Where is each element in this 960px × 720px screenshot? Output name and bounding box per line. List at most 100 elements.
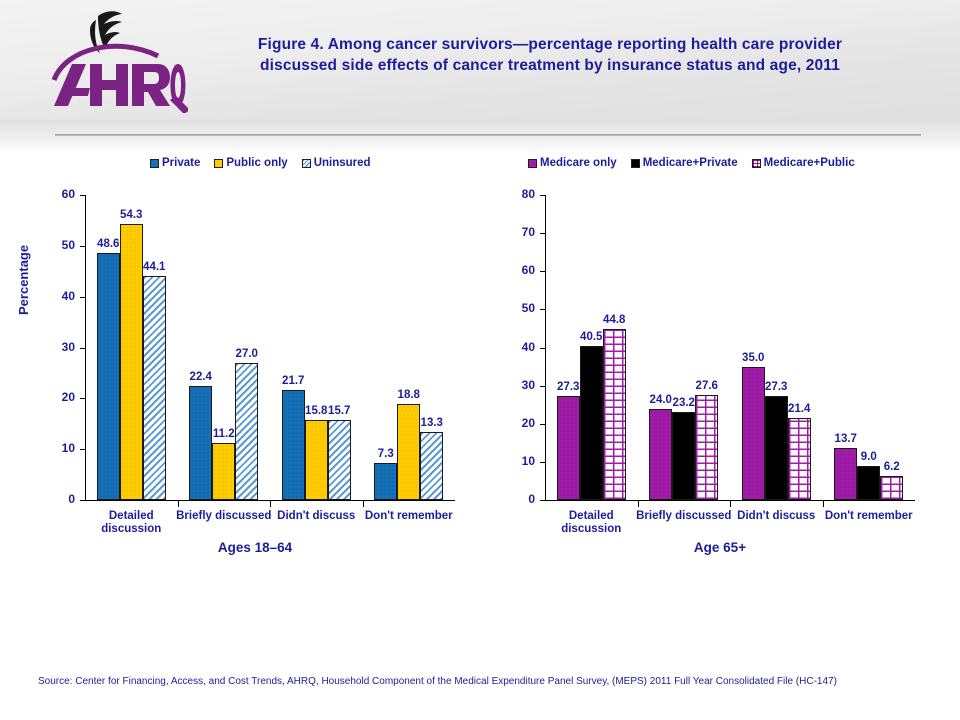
ahrq-logo [38,8,190,114]
bar-value-label: 27.0 [235,347,258,360]
y-axis-tick-label: 60 [521,263,535,278]
group-label-age-65-plus: Age 65+ [693,540,747,555]
y-axis-label-left: Percentage [16,244,31,315]
bar-uninsured-didn-t-discuss [327,420,351,500]
legend-label-medicare-only: Medicare only [540,157,617,169]
y-axis-tick [80,449,85,451]
bar-uninsured-briefly-discussed [235,362,259,500]
y-axis-tick-label: 80 [521,187,535,201]
bar-value-label: 44.1 [143,260,166,273]
bar-value-label: 35.0 [742,351,765,364]
y-axis-tick-label: 40 [521,339,535,354]
y-axis-tick-label: 50 [521,301,535,316]
x-axis-tick [362,501,364,507]
y-axis-tick-label: 60 [61,187,75,201]
y-axis-tick-label: 30 [521,377,535,392]
x-axis-category-label: Briefly discussed [176,510,272,522]
bar-medicare-public-detailed-discussion [602,329,626,500]
y-axis-tick-label: 70 [521,225,535,240]
y-axis-tick [540,271,545,273]
bar-value-label: 54.3 [120,208,143,221]
bar-medicare-only-detailed-discussion [556,395,580,500]
x-axis-tick [822,501,824,507]
y-axis-tick [540,423,545,425]
y-axis-tick-label: 30 [61,339,75,354]
x-axis-tick [730,501,731,507]
y-axis-tick [540,500,545,501]
legend-left-chart: Private Public only Uninsured [150,157,371,169]
y-axis-tick-label: 10 [521,453,535,468]
y-axis-line [85,195,86,500]
x-axis-tick [270,501,271,507]
bar-value-label: 15.7 [328,405,351,418]
legend-item-public-only[interactable]: Public only [214,157,288,169]
x-axis-tick [177,501,179,507]
y-axis-tick [80,347,85,349]
bar-medicare-private-briefly-discussed [672,411,696,500]
legend-label-uninsured: Uninsured [313,157,371,169]
y-axis-tick-label: 10 [61,441,75,456]
x-axis-category-label: Don't remember [824,510,913,522]
bar-value-label: 44.8 [603,314,626,327]
bar-uninsured-detailed-discussion [142,275,166,500]
y-axis-tick [540,309,545,311]
bar-value-label: 18.8 [397,389,420,402]
chart-panel-age-65-plus: 0 10 20 30 40 50 60 70 80 27.3 40.5 44.8 Detailed di… [490,187,950,575]
x-axis-category-label: Don't remember [364,510,453,522]
legend-item-medicare-public[interactable]: Medicare+Public [751,157,855,169]
bar-value-label: 27.6 [695,379,718,392]
y-axis-line [545,195,546,500]
legend-item-medicare-only[interactable]: Medicare only [528,157,617,169]
legend-swatch-public-only [214,158,224,168]
legend-swatch-private [150,158,159,168]
legend-label-medicare-public: Medicare+Public [763,157,855,169]
legend-label-medicare-private: Medicare+Private [642,157,738,169]
y-axis-tick-label: 20 [61,390,75,405]
bar-value-label: 13.7 [834,432,857,445]
y-axis-tick [540,461,545,463]
bar-public-only-briefly-discussed [212,443,236,500]
y-axis-tick-label: 40 [61,288,75,303]
legend-item-medicare-private[interactable]: Medicare+Private [630,157,738,169]
legend-swatch-medicare-private [630,158,640,168]
bar-private-don-t-remember [374,462,398,500]
y-axis-tick [80,296,85,298]
bar-uninsured-don-t-remember [420,432,444,500]
y-axis-tick-label: 20 [521,415,535,430]
legend-swatch-medicare-only [528,158,537,168]
legend-swatch-uninsured [301,158,311,168]
y-axis-tick [80,398,85,400]
bar-value-label: 27.3 [765,380,788,393]
legend-label-public-only: Public only [226,157,288,169]
y-axis-tick-label: 50 [61,237,75,252]
bar-medicare-private-detailed-discussion [579,345,603,500]
legend-item-private[interactable]: Private [150,157,200,169]
bar-value-label: 21.4 [788,403,811,416]
page-title: Figure 4. Among cancer survivors—percent… [257,36,843,74]
source-note: Source: Center for Financing, Access, an… [38,676,837,687]
header-fade [0,120,960,155]
chart-panel-ages-18-64: Percentage 0 10 20 30 40 50 60 48.6 54.3 44.1 Deta… [16,187,490,575]
x-axis-category-label: Briefly discussed [636,510,732,522]
bar-private-detailed-discussion [96,252,120,500]
bar-value-label: 6.2 [883,461,900,474]
legend-swatch-medicare-public [751,158,761,168]
bar-value-label: 13.3 [420,417,443,430]
y-axis-tick [80,500,85,501]
legend-item-uninsured[interactable]: Uninsured [301,157,371,169]
y-axis-tick [540,233,545,235]
legend-label-private: Private [162,157,201,169]
group-label-ages-18-64: Ages 18–64 [217,540,293,555]
x-axis-category-label: Didn't discuss [737,510,816,522]
bar-medicare-only-briefly-discussed [649,408,673,500]
y-axis-tick-label: 0 [528,492,535,506]
y-axis-tick [80,195,85,196]
y-axis-tick [80,245,85,247]
bar-medicare-public-didn-t-discuss [787,418,811,500]
bar-value-label: 22.4 [189,371,212,384]
x-axis-tick [637,501,639,507]
bar-private-briefly-discussed [189,386,213,500]
bar-value-label: 21.7 [282,374,305,387]
bar-medicare-public-don-t-remember [880,476,904,500]
legend-right-chart: Medicare only Medicare+Private Medicare+… [528,157,855,169]
